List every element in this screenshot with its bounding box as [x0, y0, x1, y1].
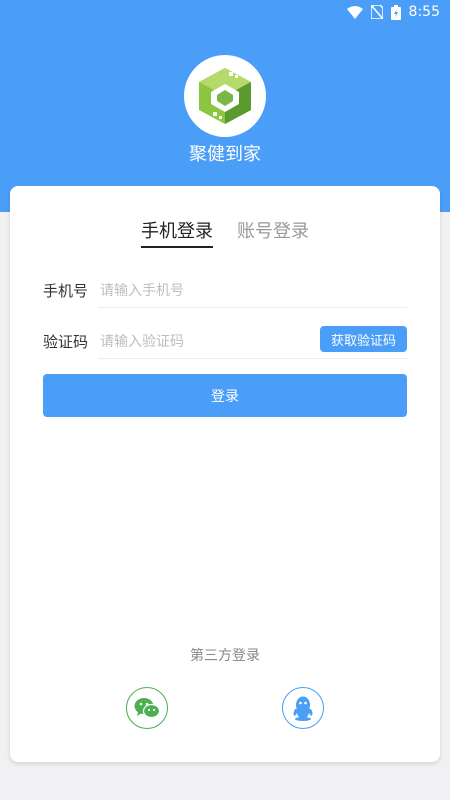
phone-row: 手机号: [43, 276, 407, 308]
code-label: 验证码: [43, 333, 89, 351]
wifi-icon: [346, 5, 363, 19]
phone-input-container: [98, 276, 407, 308]
app-logo-icon: [199, 68, 251, 124]
qq-icon: [293, 696, 313, 721]
qq-login-button[interactable]: [282, 687, 324, 729]
phone-input[interactable]: [100, 278, 310, 304]
code-input[interactable]: [100, 329, 310, 355]
login-card: 手机登录 账号登录 手机号 验证码 获取验证码 登录 第三方登录: [10, 186, 440, 762]
wechat-login-button[interactable]: [126, 687, 168, 729]
code-row: 验证码 获取验证码: [43, 326, 407, 359]
wechat-icon: [134, 698, 160, 719]
status-bar: 8:55: [0, 0, 450, 24]
status-time: 8:55: [408, 4, 440, 20]
app-logo: [184, 55, 266, 137]
phone-label: 手机号: [43, 282, 89, 300]
app-name: 聚健到家: [189, 144, 261, 165]
tab-account-login[interactable]: 账号登录: [237, 220, 309, 248]
get-code-button[interactable]: 获取验证码: [320, 326, 407, 352]
third-party-title: 第三方登录: [190, 648, 260, 664]
battery-charging-icon: [390, 4, 401, 20]
login-tabs: 手机登录 账号登录: [10, 220, 440, 250]
login-button[interactable]: 登录: [43, 374, 407, 417]
no-sim-icon: [370, 5, 383, 19]
tab-phone-login[interactable]: 手机登录: [141, 220, 213, 248]
code-input-container: 获取验证码: [98, 326, 407, 359]
